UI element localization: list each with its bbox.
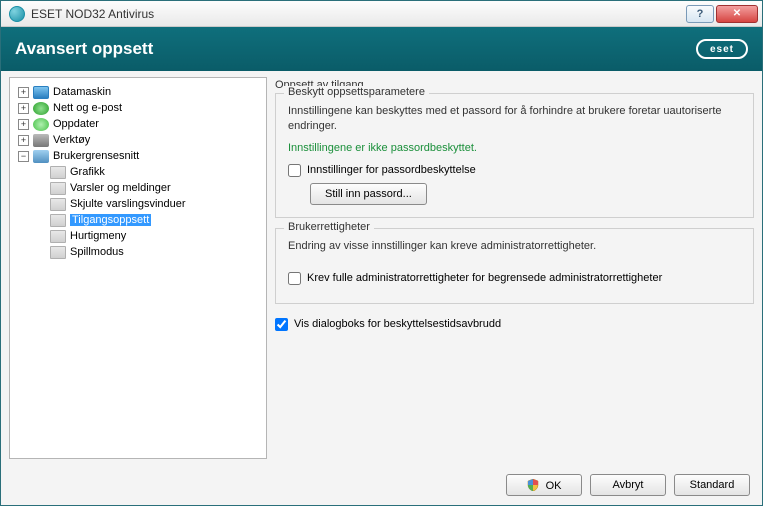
titlebar: ESET NOD32 Antivirus	[1, 1, 762, 27]
tree-item-varsler[interactable]: Varsler og meldinger	[14, 180, 262, 196]
eset-logo: eset	[696, 39, 748, 59]
shield-icon	[527, 479, 539, 491]
tree-item-brukergrensesnitt[interactable]: − Brukergrensesnitt	[14, 148, 262, 164]
group-password-title: Beskytt oppsettsparametere	[284, 86, 429, 98]
close-button[interactable]	[716, 5, 758, 23]
checkbox-timeout-dialog[interactable]	[275, 318, 288, 331]
checkbox-admin-rights-label: Krev fulle administratorrettigheter for …	[307, 272, 662, 284]
expand-icon[interactable]: +	[18, 119, 29, 130]
tree-label: Brukergrensesnitt	[53, 150, 139, 162]
tree-item-spill[interactable]: Spillmodus	[14, 244, 262, 260]
tree-label: Hurtigmeny	[70, 230, 126, 242]
tree-label: Verktøy	[53, 134, 90, 146]
default-button[interactable]: Standard	[674, 474, 750, 496]
page-title: Avansert oppsett	[15, 39, 696, 59]
sub-icon	[50, 214, 66, 227]
group-rights-desc: Endring av visse innstillinger kan kreve…	[288, 239, 741, 254]
window-title: ESET NOD32 Antivirus	[31, 7, 154, 21]
ok-button-label: OK	[546, 480, 562, 492]
sub-icon	[50, 246, 66, 259]
tree-item-skjulte[interactable]: Skjulte varslingsvinduer	[14, 196, 262, 212]
password-status: Innstillingene er ikke passordbeskyttet.	[288, 142, 741, 154]
sub-icon	[50, 182, 66, 195]
cancel-button[interactable]: Avbryt	[590, 474, 666, 496]
tools-icon	[33, 134, 49, 147]
expand-icon[interactable]: +	[18, 103, 29, 114]
tree-item-tilgang[interactable]: Tilgangsoppsett	[14, 212, 262, 228]
globe-icon	[33, 102, 49, 115]
footer: OK Avbryt Standard	[1, 465, 762, 505]
header-bar: Avansert oppsett eset	[1, 27, 762, 71]
help-button[interactable]	[686, 5, 714, 23]
group-password: Beskytt oppsettsparametere Innstillingen…	[275, 93, 754, 218]
update-icon	[33, 118, 49, 131]
monitor-icon	[33, 86, 49, 99]
group-rights-title: Brukerrettigheter	[284, 221, 374, 233]
tree-label: Spillmodus	[70, 246, 124, 258]
tree-label: Varsler og meldinger	[70, 182, 171, 194]
checkbox-password-protect-label: Innstillinger for passordbeskyttelse	[307, 164, 476, 176]
tree-item-nett[interactable]: + Nett og e-post	[14, 100, 262, 116]
tree-label: Grafikk	[70, 166, 105, 178]
checkbox-timeout-dialog-label: Vis dialogboks for beskyttelsestidsavbru…	[294, 318, 501, 330]
sub-icon	[50, 166, 66, 179]
tree-item-hurtig[interactable]: Hurtigmeny	[14, 228, 262, 244]
tree-panel[interactable]: + Datamaskin + Nett og e-post + Oppdater…	[9, 77, 267, 459]
tree-label: Datamaskin	[53, 86, 111, 98]
tree-label: Skjulte varslingsvinduer	[70, 198, 186, 210]
tree-label: Nett og e-post	[53, 102, 122, 114]
checkbox-admin-rights[interactable]	[288, 272, 301, 285]
tree-item-verktoy[interactable]: + Verktøy	[14, 132, 262, 148]
app-icon	[9, 6, 25, 22]
tree-item-oppdater[interactable]: + Oppdater	[14, 116, 262, 132]
expand-icon[interactable]: +	[18, 135, 29, 146]
content-panel: Oppsett av tilgang Beskytt oppsettsparam…	[275, 77, 754, 459]
tree-item-grafikk[interactable]: Grafikk	[14, 164, 262, 180]
collapse-icon[interactable]: −	[18, 151, 29, 162]
expand-icon[interactable]: +	[18, 87, 29, 98]
group-password-desc: Innstillingene kan beskyttes med et pass…	[288, 104, 741, 134]
ok-button[interactable]: OK	[506, 474, 582, 496]
tree-label: Tilgangsoppsett	[70, 214, 151, 226]
tree-label: Oppdater	[53, 118, 99, 130]
set-password-button[interactable]: Still inn passord...	[310, 183, 427, 205]
checkbox-password-protect[interactable]	[288, 164, 301, 177]
ui-icon	[33, 150, 49, 163]
group-rights: Brukerrettigheter Endring av visse innst…	[275, 228, 754, 304]
sub-icon	[50, 198, 66, 211]
tree-item-datamaskin[interactable]: + Datamaskin	[14, 84, 262, 100]
sub-icon	[50, 230, 66, 243]
